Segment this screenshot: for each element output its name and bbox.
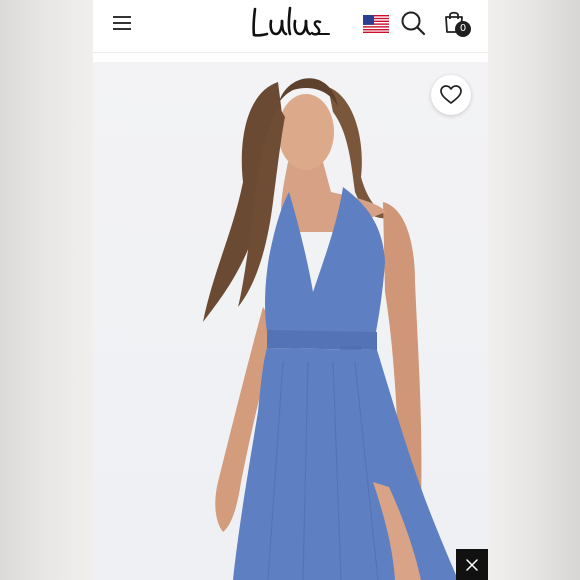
close-button[interactable] (456, 549, 488, 580)
product-photo (203, 78, 458, 580)
product-page: 0 (93, 0, 488, 580)
brand-logo[interactable] (249, 5, 333, 41)
us-flag-icon (363, 15, 389, 33)
country-selector[interactable] (363, 15, 389, 33)
close-icon (466, 559, 478, 571)
search-icon (401, 11, 426, 36)
heart-outline-icon (440, 85, 462, 104)
cart-count-badge: 0 (455, 21, 471, 37)
hamburger-menu-icon (113, 16, 131, 30)
product-image-area[interactable] (93, 62, 488, 580)
search-button[interactable] (400, 10, 426, 36)
wishlist-button[interactable] (431, 75, 471, 115)
shopping-bag-button[interactable]: 0 (443, 10, 473, 38)
menu-button[interactable] (109, 12, 135, 34)
site-header: 0 (93, 0, 488, 53)
